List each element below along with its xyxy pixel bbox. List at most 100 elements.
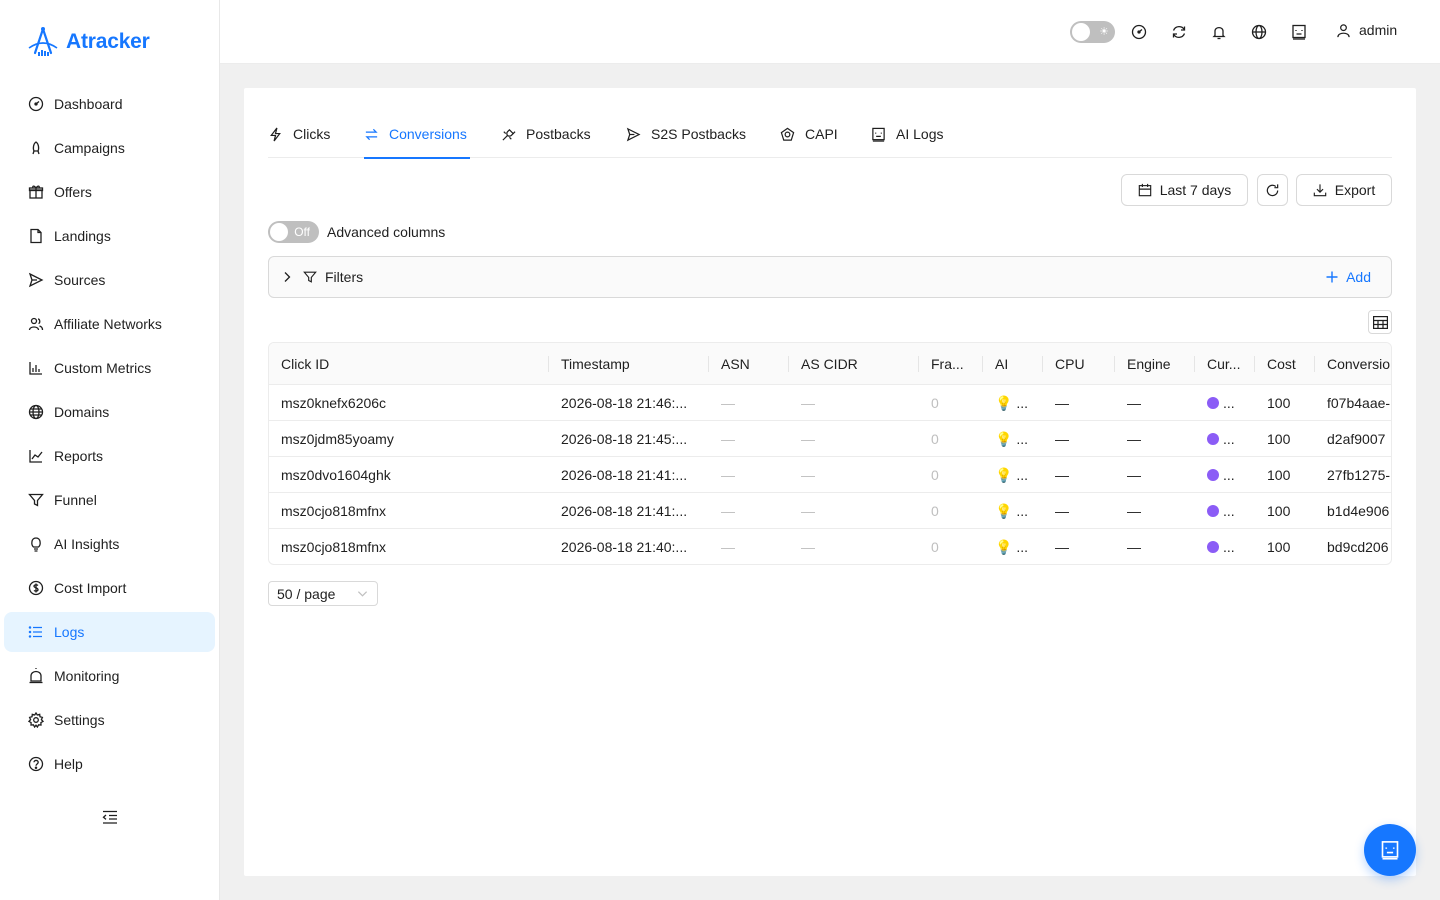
column-header-asn[interactable]: ASN (709, 343, 789, 385)
currency-icon (1207, 397, 1219, 410)
cell-currency: ... (1195, 493, 1235, 529)
globe-icon[interactable] (1249, 22, 1269, 42)
table-row[interactable]: msz0knefx6206c 2026-08-18 21:46:... — — … (269, 385, 1391, 421)
export-label: Export (1334, 182, 1376, 198)
username: admin (1359, 22, 1398, 38)
bell-icon[interactable] (1209, 22, 1229, 42)
column-header-label: Engine (1127, 356, 1171, 372)
cell-engine: — (1127, 539, 1141, 555)
plus-icon (1326, 271, 1338, 283)
column-header-ai[interactable]: AI (983, 343, 1043, 385)
sidebar-item-label: Landings (54, 228, 111, 244)
tab-label: Conversions (389, 126, 467, 142)
reload-button[interactable] (1257, 174, 1288, 206)
menu-fold-icon[interactable] (101, 808, 119, 826)
table-row[interactable]: msz0jdm85yoamy 2026-08-18 21:45:... — — … (269, 421, 1391, 457)
sidebar-item-campaigns[interactable]: Campaigns (4, 128, 215, 168)
column-header-label: CPU (1055, 356, 1085, 372)
tab-s2s-postbacks[interactable]: S2S Postbacks (626, 122, 746, 158)
sidebar-item-logs[interactable]: Logs (4, 612, 215, 652)
sidebar-item-cost-import[interactable]: Cost Import (4, 568, 215, 608)
sidebar-nav: Dashboard Campaigns Offers Landings Sour… (4, 84, 215, 788)
column-header-engine[interactable]: Engine (1115, 343, 1195, 385)
add-filter-button[interactable]: Add (1326, 269, 1371, 285)
advanced-columns-label: Advanced columns (327, 224, 446, 240)
cell-cpu: — (1055, 431, 1069, 447)
cell-cost: 100 (1267, 539, 1291, 555)
sidebar-item-label: AI Insights (54, 536, 120, 552)
cell-fraud: 0 (931, 431, 939, 447)
date-range-button[interactable]: Last 7 days (1121, 174, 1248, 206)
column-header-currency[interactable]: Cur... (1195, 343, 1255, 385)
theme-toggle[interactable]: ☀ (1070, 21, 1115, 43)
sidebar-item-label: Affiliate Networks (54, 316, 162, 332)
ai-assistant-button[interactable] (1364, 824, 1416, 876)
sidebar-item-custom-metrics[interactable]: Custom Metrics (4, 348, 215, 388)
refresh-icon[interactable] (1169, 22, 1189, 42)
sidebar-item-offers[interactable]: Offers (4, 172, 215, 212)
dashboard-icon[interactable] (1129, 22, 1149, 42)
tab-conversions[interactable]: Conversions (364, 122, 470, 159)
column-header-click-id[interactable]: Click ID (269, 343, 549, 385)
globe-icon (28, 404, 44, 420)
column-header-label: Cur... (1207, 356, 1241, 372)
column-header-label: Conversio (1327, 356, 1391, 372)
cell-engine: — (1127, 503, 1141, 519)
column-header-timestamp[interactable]: Timestamp (549, 343, 709, 385)
column-header-fraud[interactable]: Fra... (919, 343, 983, 385)
sidebar-item-reports[interactable]: Reports (4, 436, 215, 476)
column-header-as-cidr[interactable]: AS CIDR (789, 343, 919, 385)
column-header-cost[interactable]: Cost (1255, 343, 1315, 385)
cell-currency-text: ... (1223, 395, 1235, 411)
tab-clicks[interactable]: Clicks (268, 122, 330, 158)
filters-panel[interactable]: Filters Add (268, 256, 1392, 298)
page-size-select[interactable]: 50 / page (268, 581, 378, 606)
export-button[interactable]: Export (1296, 174, 1392, 206)
tab-ai-logs[interactable]: AI Logs (871, 122, 943, 158)
sidebar-item-label: Offers (54, 184, 92, 200)
cell-cost: 100 (1267, 395, 1291, 411)
cell-click-id: msz0knefx6206c (281, 395, 387, 411)
top-header: ☀ admin (220, 0, 1440, 64)
sidebar-item-landings[interactable]: Landings (4, 216, 215, 256)
reload-icon (1266, 183, 1279, 196)
cell-asn: — (721, 431, 735, 447)
tab-postbacks[interactable]: Postbacks (501, 122, 591, 158)
cell-conversion: bd9cd206 (1327, 539, 1389, 555)
tab-label: Postbacks (526, 126, 591, 142)
cell-asn: — (721, 395, 735, 411)
advanced-columns-switch[interactable]: Off (268, 221, 319, 243)
logo[interactable]: Atracker (26, 26, 150, 58)
sidebar-item-affiliate-networks[interactable]: Affiliate Networks (4, 304, 215, 344)
column-header-conversion[interactable]: Conversio (1315, 343, 1391, 385)
cell-ai-text: ... (1016, 395, 1028, 411)
chevron-right-icon[interactable] (281, 271, 293, 283)
gift-icon (28, 185, 44, 199)
sidebar-item-dashboard[interactable]: Dashboard (4, 84, 215, 124)
column-header-label: Cost (1267, 356, 1296, 372)
sidebar-item-monitoring[interactable]: Monitoring (4, 656, 215, 696)
sun-icon: ☀ (1099, 26, 1109, 38)
add-filter-label: Add (1346, 269, 1371, 285)
sidebar-item-sources[interactable]: Sources (4, 260, 215, 300)
conversions-table: Click ID Timestamp ASN AS CIDR Fra... AI… (268, 342, 1392, 565)
cell-timestamp: 2026-08-18 21:41:... (561, 503, 688, 519)
column-settings-button[interactable] (1368, 310, 1392, 334)
sidebar-item-funnel[interactable]: Funnel (4, 480, 215, 520)
column-header-cpu[interactable]: CPU (1043, 343, 1115, 385)
download-icon (1313, 184, 1327, 197)
cell-conversion: b1d4e906 (1327, 503, 1390, 519)
user-menu[interactable]: admin (1336, 22, 1397, 38)
sidebar-item-ai-insights[interactable]: AI Insights (4, 524, 215, 564)
sidebar-item-help[interactable]: Help (4, 744, 215, 784)
tab-capi[interactable]: CAPI (780, 122, 838, 158)
table-row[interactable]: msz0cjo818mfnx 2026-08-18 21:40:... — — … (269, 529, 1391, 564)
sidebar-item-settings[interactable]: Settings (4, 700, 215, 740)
cell-fraud: 0 (931, 395, 939, 411)
sidebar: Atracker Dashboard Campaigns Offers Land… (0, 0, 220, 900)
table-row[interactable]: msz0cjo818mfnx 2026-08-18 21:41:... — — … (269, 493, 1391, 529)
sidebar-item-domains[interactable]: Domains (4, 392, 215, 432)
table-row[interactable]: msz0dvo1604ghk 2026-08-18 21:41:... — — … (269, 457, 1391, 493)
robot-icon[interactable] (1289, 22, 1309, 42)
cell-engine: — (1127, 395, 1141, 411)
